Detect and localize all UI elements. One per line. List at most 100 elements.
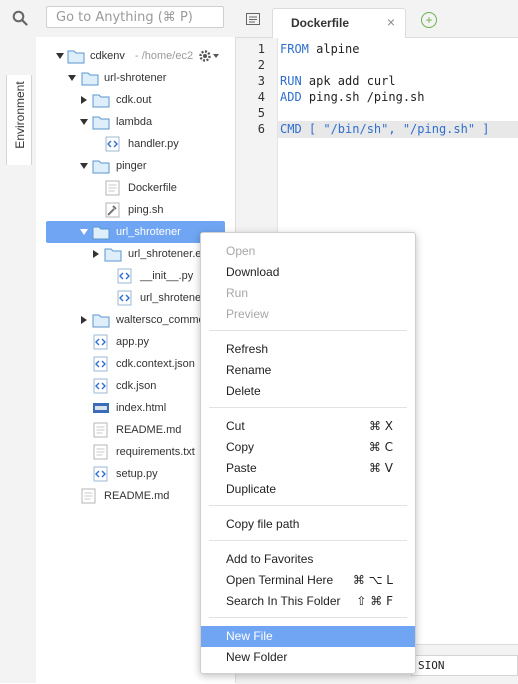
menu-separator xyxy=(209,505,407,506)
code-line[interactable]: RUN apk add curl xyxy=(280,74,396,88)
line-number: 5 xyxy=(257,106,265,120)
text-file-icon xyxy=(93,422,108,438)
folder-icon xyxy=(104,248,122,262)
menu-item-new-folder[interactable]: New Folder xyxy=(201,647,415,668)
side-panel-strip: Environment xyxy=(0,37,37,683)
menu-item-delete[interactable]: Delete xyxy=(201,381,415,402)
code-line[interactable]: ADD ping.sh /ping.sh xyxy=(280,90,425,104)
tree-item[interactable]: handler.py xyxy=(46,133,225,155)
tree-item-label: cdk.out xyxy=(116,94,152,106)
script-file-icon xyxy=(105,202,120,218)
text-file-icon xyxy=(105,180,120,196)
folder-icon xyxy=(92,314,110,328)
tree-item[interactable]: README.md xyxy=(46,419,225,441)
shortcut-label: ⇧ ⌘ F xyxy=(356,594,393,608)
html-file-icon xyxy=(93,403,109,413)
menu-item-cut[interactable]: Cut ⌘ X xyxy=(201,416,415,437)
tree-item[interactable]: cdk.context.json xyxy=(46,353,225,375)
code-line[interactable]: CMD [ "/bin/sh", "/ping.sh" ] xyxy=(280,122,490,136)
tree-item-label: url_shrotener.e xyxy=(128,248,202,260)
environment-tab[interactable]: Environment xyxy=(6,75,32,165)
tree-item[interactable]: waltersco_comme xyxy=(46,309,225,331)
shortcut-label: ⌘ C xyxy=(368,440,393,454)
tree-root-path: - /home/ec2 xyxy=(135,50,194,62)
tree-item[interactable]: __init__.py xyxy=(46,265,225,287)
expand-arrow-icon[interactable] xyxy=(68,75,76,81)
tree-item[interactable]: url_shrotener.e xyxy=(46,243,225,265)
tab-dockerfile[interactable]: Dockerfile × xyxy=(272,8,406,38)
tree-item-selected[interactable]: url_shrotener xyxy=(46,221,225,243)
tree-item-label: Dockerfile xyxy=(128,182,177,194)
tab-list-icon[interactable] xyxy=(246,13,260,25)
tree-item[interactable]: url-shrotener xyxy=(46,67,225,89)
terminal-input[interactable]: SION xyxy=(411,655,518,676)
menu-separator xyxy=(209,330,407,331)
code-file-icon xyxy=(105,136,120,152)
menu-separator xyxy=(209,540,407,541)
tree-item[interactable]: url_shrotener_ xyxy=(46,287,225,309)
tree-item[interactable]: lambda xyxy=(46,111,225,133)
line-number: 6 xyxy=(257,122,265,136)
tree-item[interactable]: requirements.txt xyxy=(46,441,225,463)
tree-item-label: requirements.txt xyxy=(116,446,195,458)
folder-icon xyxy=(92,94,110,108)
go-to-anything-input[interactable]: Go to Anything (⌘ P) xyxy=(46,6,224,28)
tree-item[interactable]: pinger xyxy=(46,155,225,177)
folder-icon xyxy=(92,116,110,130)
menu-item-duplicate[interactable]: Duplicate xyxy=(201,479,415,500)
tree-item-label: waltersco_comme xyxy=(116,314,205,326)
tree-item[interactable]: index.html xyxy=(46,397,225,419)
menu-item-open[interactable]: Open xyxy=(201,241,415,262)
tree-item-label: cdk.context.json xyxy=(116,358,195,370)
tree-item-label: cdkenv xyxy=(90,50,125,62)
environment-tab-label: Environment xyxy=(13,81,27,149)
menu-item-open-terminal[interactable]: Open Terminal Here ⌘ ⌥ L xyxy=(201,570,415,591)
tree-item[interactable]: cdk.out xyxy=(46,89,225,111)
menu-item-paste[interactable]: Paste ⌘ V xyxy=(201,458,415,479)
tab-title: Dockerfile xyxy=(291,16,350,30)
collapsed-arrow-icon[interactable] xyxy=(81,316,87,324)
line-number: 4 xyxy=(257,90,265,104)
menu-item-preview[interactable]: Preview xyxy=(201,304,415,325)
tree-item-label: index.html xyxy=(116,402,167,414)
menu-item-refresh[interactable]: Refresh xyxy=(201,339,415,360)
menu-item-run[interactable]: Run xyxy=(201,283,415,304)
search-icon[interactable] xyxy=(12,10,28,26)
tree-item[interactable]: app.py xyxy=(46,331,225,353)
collapsed-arrow-icon[interactable] xyxy=(93,250,99,258)
folder-icon xyxy=(92,226,110,240)
tree-item[interactable]: README.md xyxy=(46,485,225,507)
menu-item-copy[interactable]: Copy ⌘ C xyxy=(201,437,415,458)
expand-arrow-icon[interactable] xyxy=(80,119,88,125)
shortcut-label: ⌘ X xyxy=(368,419,393,433)
menu-item-copy-file-path[interactable]: Copy file path xyxy=(201,514,415,535)
expand-arrow-icon[interactable] xyxy=(56,53,64,59)
menu-item-add-favorites[interactable]: Add to Favorites xyxy=(201,549,415,570)
menu-item-download[interactable]: Download xyxy=(201,262,415,283)
tree-item[interactable]: setup.py xyxy=(46,463,225,485)
tree-item-label: ping.sh xyxy=(128,204,164,216)
tree-item-label: lambda xyxy=(116,116,153,128)
new-tab-plus-icon[interactable]: + xyxy=(421,12,437,28)
collapsed-arrow-icon[interactable] xyxy=(81,96,87,104)
close-icon[interactable]: × xyxy=(387,14,395,30)
code-file-icon xyxy=(93,356,108,372)
tree-item[interactable]: ping.sh xyxy=(46,199,225,221)
shortcut-label: ⌘ ⌥ L xyxy=(352,573,393,587)
tree-item-label: setup.py xyxy=(116,468,158,480)
menu-item-rename[interactable]: Rename xyxy=(201,360,415,381)
tree-item[interactable]: Dockerfile xyxy=(46,177,225,199)
folder-icon xyxy=(81,72,99,86)
tree-item[interactable]: cdk.json xyxy=(46,375,225,397)
context-menu: Open Download Run Preview Refresh Rename… xyxy=(200,232,416,674)
gear-icon[interactable] xyxy=(198,49,220,63)
folder-icon xyxy=(67,50,85,64)
menu-item-new-file[interactable]: New File xyxy=(201,626,415,647)
code-text: ping.sh /ping.sh xyxy=(301,90,425,104)
code-keyword: CMD xyxy=(280,122,302,136)
code-text: [ "/bin/sh", "/ping.sh" ] xyxy=(301,122,490,136)
expand-arrow-icon[interactable] xyxy=(80,163,88,169)
expand-arrow-icon[interactable] xyxy=(80,229,88,235)
code-line[interactable]: FROM alpine xyxy=(280,42,359,56)
menu-item-search-folder[interactable]: Search In This Folder ⇧ ⌘ F xyxy=(201,591,415,612)
